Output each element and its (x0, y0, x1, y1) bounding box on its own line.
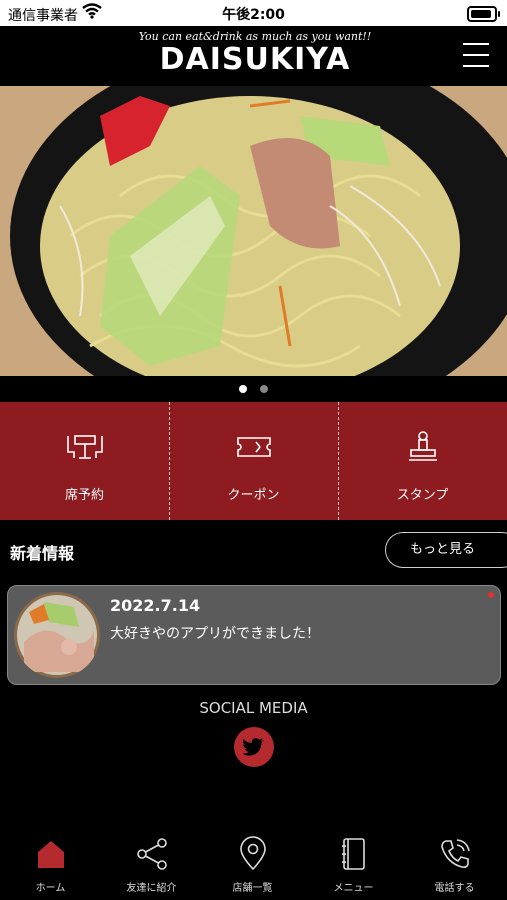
battery-icon (467, 6, 500, 22)
phone-icon (437, 836, 473, 872)
bottom-tab-bar: ホーム 友達に紹介 店舗一覧 メニュー 電話する (0, 826, 507, 900)
tab-share-label: 友達に紹介 (126, 883, 177, 894)
news-date: 2022.7.14 (110, 596, 201, 615)
tab-home-label: ホーム (35, 883, 66, 894)
reservation-button[interactable]: 席予約 (0, 402, 169, 520)
tab-home[interactable]: ホーム (0, 826, 101, 900)
stamp-icon (403, 430, 443, 464)
home-icon (33, 836, 69, 872)
location-pin-icon (235, 836, 271, 872)
tab-share[interactable]: 友達に紹介 (101, 826, 202, 900)
slider-dot[interactable] (260, 385, 268, 393)
tab-stores-label: 店舗一覧 (232, 883, 273, 894)
logo-name: DAISUKIYA (159, 42, 351, 77)
social-media-title: SOCIAL MEDIA (199, 699, 308, 717)
stamp-label: スタンプ (396, 488, 449, 503)
tab-call[interactable]: 電話する (404, 826, 505, 900)
reservation-table-icon (65, 430, 105, 464)
hero-slider-image[interactable] (0, 86, 507, 376)
status-time: 午後2:00 (222, 7, 285, 23)
coupon-ticket-icon (234, 430, 274, 464)
status-bar: 通信事業者 午後2:00 (0, 0, 507, 26)
tab-call-label: 電話する (434, 883, 475, 894)
news-section-title: 新着情報 (10, 544, 75, 563)
slider-dot-active[interactable] (239, 385, 247, 393)
twitter-icon[interactable] (234, 727, 274, 767)
see-more-button[interactable]: もっと見る (385, 532, 507, 568)
news-text: 大好きやのアプリができました！ (110, 626, 320, 642)
stamp-button[interactable]: スタンプ (338, 402, 507, 520)
tab-menu-label: メニュー (333, 883, 374, 894)
reservation-label: 席予約 (64, 488, 104, 503)
app-header: You can eat&drink as much as you want!! … (0, 26, 507, 86)
coupon-button[interactable]: クーポン (169, 402, 338, 520)
news-thumbnail (14, 592, 100, 678)
unread-badge (488, 592, 494, 598)
menu-book-icon (336, 836, 372, 872)
coupon-label: クーポン (227, 488, 280, 503)
slider-pagination (0, 376, 507, 402)
news-item[interactable]: 2022.7.14 大好きやのアプリができました！ (7, 585, 501, 685)
tab-stores[interactable]: 店舗一覧 (202, 826, 303, 900)
quick-actions-bar: 席予約 クーポン スタンプ (0, 402, 507, 520)
share-icon (134, 836, 170, 872)
hamburger-menu-icon[interactable] (463, 42, 489, 68)
tab-menu[interactable]: メニュー (303, 826, 404, 900)
